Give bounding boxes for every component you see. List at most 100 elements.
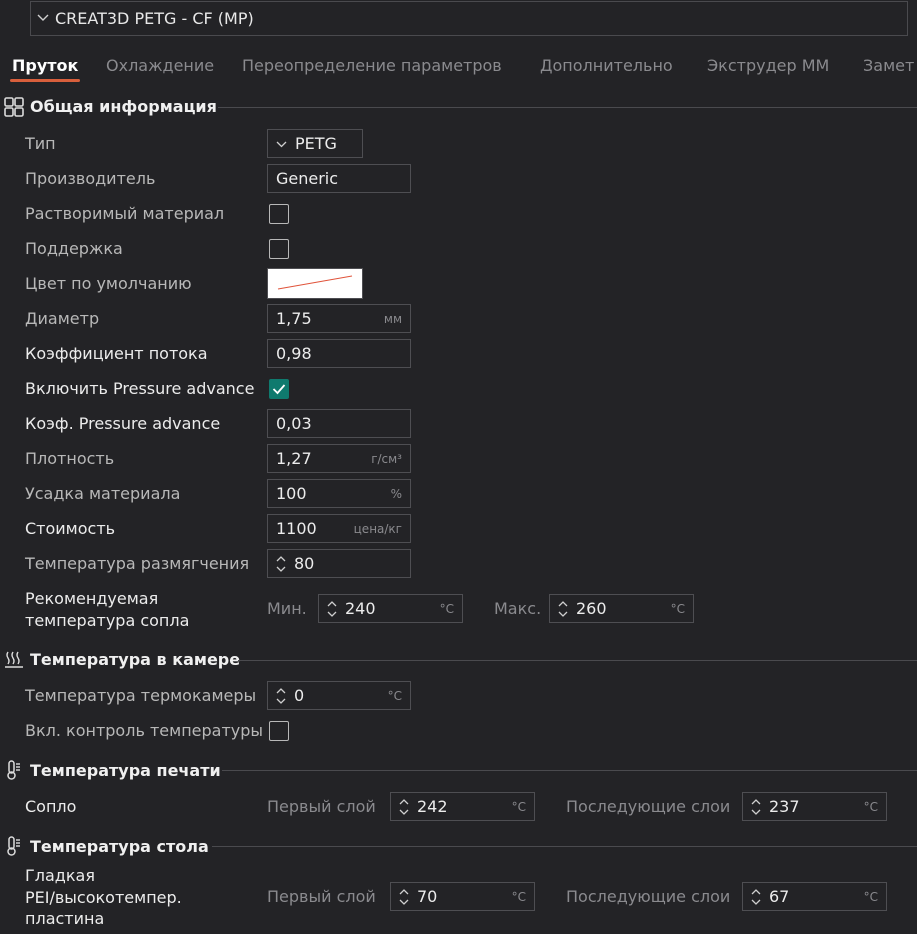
section-divider bbox=[222, 770, 917, 771]
plate-label-line2: PEI/высокотемпер. bbox=[25, 888, 182, 907]
chamber-temp-stepper[interactable]: 0 °C bbox=[267, 681, 411, 710]
section-divider bbox=[212, 846, 917, 847]
stepper-arrows-icon[interactable] bbox=[272, 554, 290, 574]
vendor-field[interactable]: Generic bbox=[267, 164, 411, 193]
color-label: Цвет по умолчанию bbox=[25, 274, 192, 293]
nozzle-max-value: 260 bbox=[576, 599, 607, 618]
diameter-field[interactable]: 1,75 мм bbox=[267, 304, 411, 333]
chamber-temp-unit: °C bbox=[387, 688, 402, 703]
preset-name: CREAT3D PETG - CF (MP) bbox=[55, 9, 254, 28]
soften-label: Температура размягчения bbox=[25, 554, 250, 573]
max-label: Макс. bbox=[494, 599, 542, 618]
stepper-arrows-icon[interactable] bbox=[395, 887, 413, 907]
pa-field[interactable]: 0,03 bbox=[267, 409, 411, 438]
section-divider bbox=[218, 107, 917, 108]
tab-advanced[interactable]: Дополнительно bbox=[540, 56, 673, 80]
vendor-label: Производитель bbox=[25, 169, 156, 188]
bed-other-layers-value: 67 bbox=[769, 887, 790, 906]
shrink-unit: % bbox=[390, 486, 402, 501]
section-title-print-temp: Температура печати bbox=[30, 761, 221, 780]
chamber-temp-label: Температура термокамеры bbox=[25, 686, 257, 705]
min-label: Мин. bbox=[267, 599, 307, 618]
nozzle-min-stepper[interactable]: 240 °C bbox=[318, 594, 463, 623]
support-label: Поддержка bbox=[25, 239, 123, 258]
tab-overrides[interactable]: Переопределение параметров bbox=[242, 56, 502, 80]
tab-cooling[interactable]: Охлаждение bbox=[106, 56, 214, 80]
nozzle-rec-label-line2: температура сопла bbox=[25, 611, 190, 630]
cost-value: 1100 bbox=[276, 519, 317, 538]
nozzle-max-unit: °C bbox=[670, 601, 685, 616]
heat-waves-icon bbox=[4, 650, 24, 670]
chevron-down-icon bbox=[37, 11, 55, 26]
tab-notes[interactable]: Замет bbox=[863, 56, 914, 80]
diameter-unit: мм bbox=[383, 311, 402, 326]
color-swatch[interactable] bbox=[267, 268, 363, 299]
pa-enable-label: Включить Pressure advance bbox=[25, 379, 255, 398]
cost-unit: цена/кг bbox=[353, 521, 402, 536]
stepper-arrows-icon[interactable] bbox=[395, 797, 413, 817]
preset-selector[interactable]: CREAT3D PETG - CF (MP) bbox=[30, 1, 908, 36]
section-divider bbox=[238, 660, 917, 661]
section-title-bed-temp: Температура стола bbox=[30, 837, 209, 856]
tab-mm-extruder[interactable]: Экструдер ММ bbox=[707, 56, 829, 80]
nozzle-other-layers-label: Последующие слои bbox=[566, 797, 731, 816]
nozzle-min-unit: °C bbox=[439, 601, 454, 616]
nozzle-label: Сопло bbox=[25, 797, 77, 816]
support-checkbox[interactable] bbox=[269, 239, 289, 259]
bed-other-layers-label: Последующие слои bbox=[566, 887, 731, 906]
vendor-value: Generic bbox=[276, 169, 339, 188]
chevron-down-icon bbox=[276, 137, 287, 151]
type-label: Тип bbox=[25, 134, 56, 153]
bed-first-layer-unit: °C bbox=[511, 889, 526, 904]
soluble-checkbox[interactable] bbox=[269, 204, 289, 224]
flow-label: Коэффициент потока bbox=[25, 344, 208, 363]
soften-stepper[interactable]: 80 bbox=[267, 549, 411, 578]
pa-enable-checkbox[interactable] bbox=[269, 379, 289, 399]
bed-first-layer-label: Первый слой bbox=[267, 887, 376, 906]
section-title-general: Общая информация bbox=[30, 97, 217, 116]
chamber-control-checkbox[interactable] bbox=[269, 721, 289, 741]
flow-field[interactable]: 0,98 bbox=[267, 339, 411, 368]
stepper-arrows-icon[interactable] bbox=[323, 599, 341, 619]
shrink-value: 100 bbox=[276, 484, 307, 503]
cost-label: Стоимость bbox=[25, 519, 116, 538]
grid-icon bbox=[4, 97, 24, 117]
thermometer-icon bbox=[4, 760, 24, 780]
checkmark-icon bbox=[272, 384, 286, 395]
nozzle-max-stepper[interactable]: 260 °C bbox=[549, 594, 694, 623]
shrink-field[interactable]: 100 % bbox=[267, 479, 411, 508]
nozzle-min-value: 240 bbox=[345, 599, 376, 618]
diameter-value: 1,75 bbox=[276, 309, 312, 328]
nozzle-first-layer-stepper[interactable]: 242 °C bbox=[390, 792, 535, 821]
soluble-label: Растворимый материал bbox=[25, 204, 225, 223]
stepper-arrows-icon[interactable] bbox=[747, 887, 765, 907]
bed-first-layer-value: 70 bbox=[417, 887, 438, 906]
nozzle-other-layers-unit: °C bbox=[863, 799, 878, 814]
density-field[interactable]: 1,27 г/см³ bbox=[267, 444, 411, 473]
type-dropdown[interactable]: PETG bbox=[267, 129, 363, 158]
plate-label-line3: пластина bbox=[25, 909, 105, 928]
chamber-control-label: Вкл. контроль температуры bbox=[25, 721, 264, 740]
section-title-chamber: Температура в камере bbox=[30, 650, 241, 669]
density-unit: г/см³ bbox=[371, 451, 402, 466]
no-color-icon bbox=[277, 275, 353, 290]
cost-field[interactable]: 1100 цена/кг bbox=[267, 514, 411, 543]
soften-value: 80 bbox=[294, 554, 315, 573]
diameter-label: Диаметр bbox=[25, 309, 100, 328]
nozzle-first-layer-unit: °C bbox=[511, 799, 526, 814]
nozzle-first-layer-label: Первый слой bbox=[267, 797, 376, 816]
shrink-label: Усадка материала bbox=[25, 484, 181, 503]
stepper-arrows-icon[interactable] bbox=[554, 599, 572, 619]
tab-filament[interactable]: Пруток bbox=[12, 56, 78, 80]
bed-other-layers-stepper[interactable]: 67 °C bbox=[742, 882, 887, 911]
stepper-arrows-icon[interactable] bbox=[272, 686, 290, 706]
plate-label-line1: Гладкая bbox=[25, 866, 95, 885]
bed-other-layers-unit: °C bbox=[863, 889, 878, 904]
nozzle-other-layers-stepper[interactable]: 237 °C bbox=[742, 792, 887, 821]
type-value: PETG bbox=[295, 134, 337, 153]
bed-first-layer-stepper[interactable]: 70 °C bbox=[390, 882, 535, 911]
stepper-arrows-icon[interactable] bbox=[747, 797, 765, 817]
density-value: 1,27 bbox=[276, 449, 312, 468]
chamber-temp-value: 0 bbox=[294, 686, 305, 705]
nozzle-first-layer-value: 242 bbox=[417, 797, 448, 816]
